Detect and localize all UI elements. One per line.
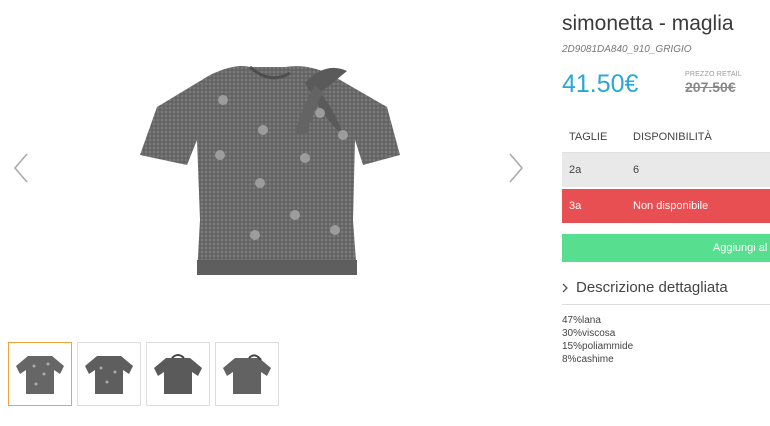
chevron-right-icon [562, 283, 568, 292]
thumbnail-3[interactable] [146, 342, 210, 406]
retail-price-label: PREZZO RETAIL [685, 71, 742, 78]
add-to-cart-button[interactable]: Aggiungi al ca [562, 234, 770, 262]
size-table-header: TAGLIE DISPONIBILITÀ [562, 122, 770, 153]
sweater-thumbnail-image [154, 354, 202, 394]
retail-price: 207.50€ [685, 79, 736, 95]
composition-item: 8%cashime [562, 354, 614, 365]
sweater-thumbnail-image [223, 354, 271, 394]
description-toggle-label: Descrizione dettagliata [576, 279, 728, 296]
description-toggle[interactable]: Descrizione dettagliata [562, 279, 728, 296]
size-row-3a: 3a Non disponibile [562, 189, 770, 225]
chevron-right-icon[interactable] [505, 150, 527, 186]
divider [562, 304, 770, 305]
sweater-thumbnail-image [16, 356, 64, 394]
availability-value: 6 [633, 164, 640, 176]
composition-item: 47%lana [562, 315, 601, 326]
main-product-image [140, 65, 400, 275]
composition-item: 30%viscosa [562, 328, 616, 339]
product-title: simonetta - maglia [562, 12, 734, 35]
product-gallery [0, 0, 545, 426]
product-info-panel: simonetta - maglia 2D9081DA840_910_GRIGI… [562, 0, 770, 426]
product-sku: 2D9081DA840_910_GRIGIO [562, 44, 692, 55]
size-availability-table: TAGLIE DISPONIBILITÀ 2a 6 3a Non disponi… [562, 122, 770, 225]
thumbnail-4[interactable] [215, 342, 279, 406]
thumbnail-2[interactable] [77, 342, 141, 406]
composition-list: 47%lana 30%viscosa 15%poliammide 8%cashi… [562, 314, 633, 366]
size-value: 2a [569, 164, 582, 176]
product-price: 41.50€ [562, 70, 639, 98]
thumbnail-strip [8, 342, 279, 406]
availability-value: Non disponibile [633, 200, 709, 212]
availability-column-header: DISPONIBILITÀ [633, 131, 712, 143]
size-value: 3a [569, 200, 582, 212]
sweater-thumbnail-image [85, 356, 133, 394]
composition-item: 15%poliammide [562, 341, 634, 352]
size-row-2a[interactable]: 2a 6 [562, 153, 770, 189]
thumbnail-1[interactable] [8, 342, 72, 406]
size-column-header: TAGLIE [569, 131, 608, 143]
chevron-left-icon[interactable] [10, 150, 32, 186]
